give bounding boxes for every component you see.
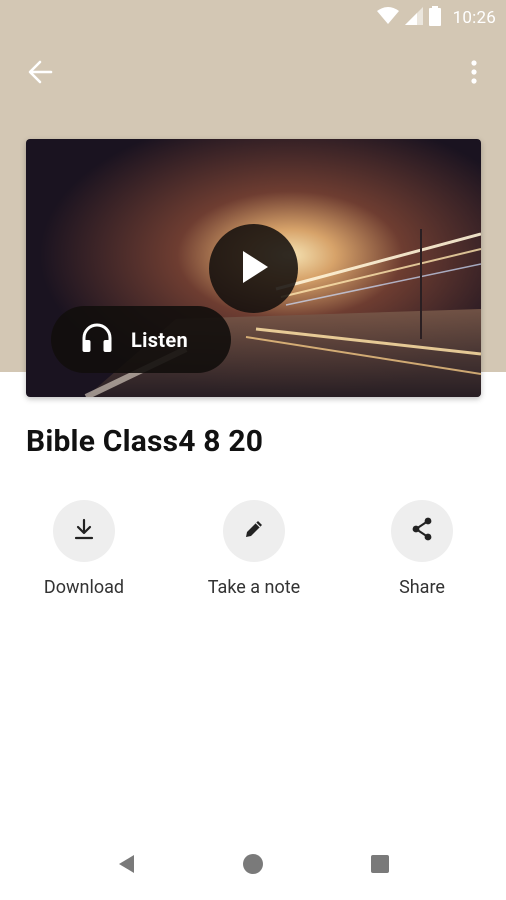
share-icon bbox=[409, 516, 435, 546]
nav-home-button[interactable] bbox=[238, 854, 268, 878]
listen-label: Listen bbox=[131, 327, 188, 352]
headphones-icon bbox=[81, 323, 113, 357]
pencil-icon bbox=[242, 517, 266, 545]
wifi-icon bbox=[376, 7, 399, 29]
share-label: Share bbox=[399, 577, 445, 598]
nav-back-button[interactable] bbox=[111, 854, 141, 878]
media-artwork[interactable]: Listen bbox=[26, 139, 481, 397]
system-navigation-bar bbox=[0, 830, 506, 900]
play-icon bbox=[237, 248, 271, 290]
status-bar: 10:26 bbox=[0, 0, 506, 36]
battery-icon bbox=[428, 6, 441, 30]
take-note-button[interactable] bbox=[223, 500, 285, 562]
nav-recents-button[interactable] bbox=[365, 854, 395, 878]
circle-home-icon bbox=[242, 853, 264, 879]
back-button[interactable] bbox=[22, 56, 58, 92]
sermon-title: Bible Class4 8 20 bbox=[26, 424, 264, 459]
more-vertical-icon bbox=[470, 59, 478, 89]
take-note-action[interactable]: Take a note bbox=[179, 500, 329, 598]
take-note-label: Take a note bbox=[207, 577, 301, 598]
download-action[interactable]: Download bbox=[9, 500, 159, 598]
download-icon bbox=[72, 517, 96, 545]
play-button[interactable] bbox=[209, 224, 298, 313]
square-recents-icon bbox=[370, 854, 390, 878]
share-button[interactable] bbox=[391, 500, 453, 562]
cellular-signal-icon bbox=[404, 7, 423, 29]
download-label: Download bbox=[43, 577, 125, 598]
download-button[interactable] bbox=[53, 500, 115, 562]
listen-button[interactable]: Listen bbox=[51, 306, 231, 373]
more-options-button[interactable] bbox=[456, 56, 492, 92]
arrow-left-icon bbox=[27, 59, 53, 89]
status-time: 10:26 bbox=[452, 8, 496, 28]
triangle-back-icon bbox=[116, 853, 136, 879]
status-icons: 10:26 bbox=[376, 6, 496, 30]
share-action[interactable]: Share bbox=[347, 500, 497, 598]
